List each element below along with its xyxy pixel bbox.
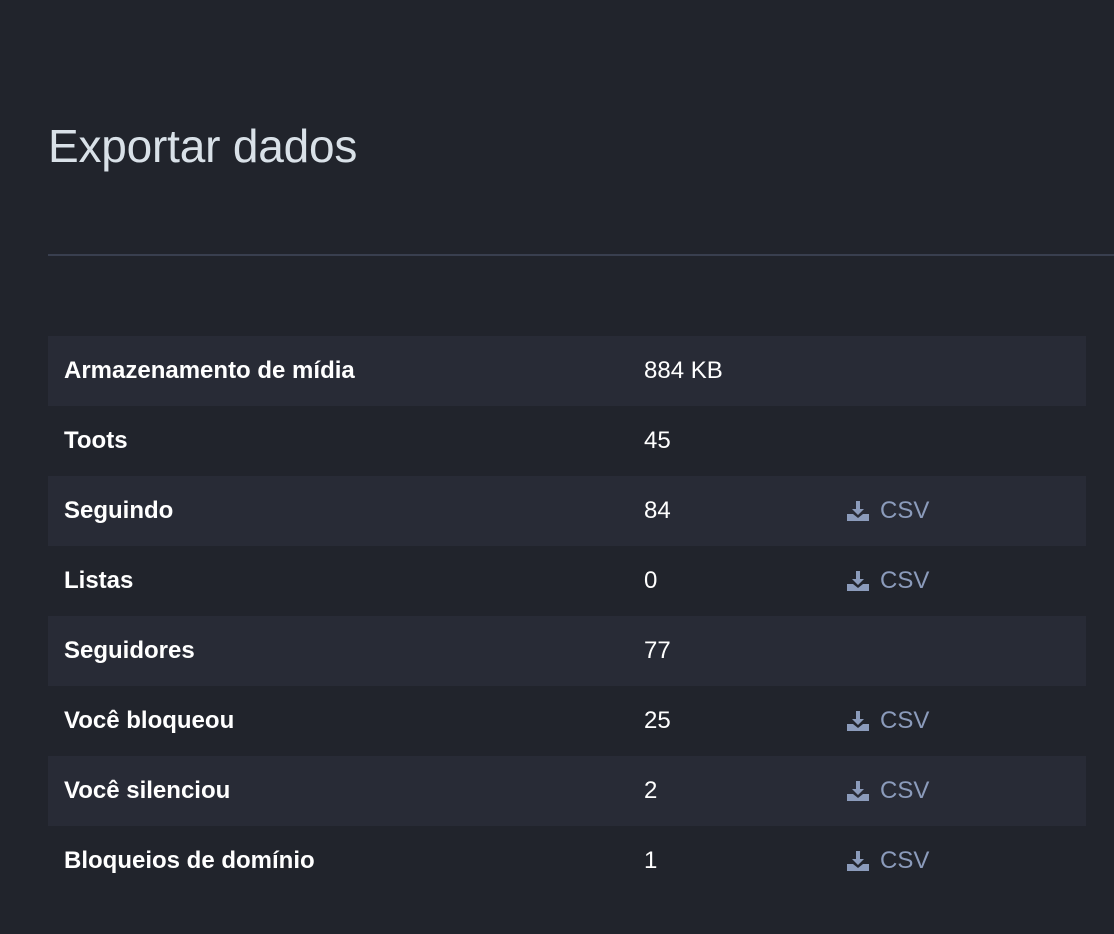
row-value: 884 KB bbox=[644, 357, 723, 384]
export-table: Armazenamento de mídia 884 KB Toots 45 S… bbox=[48, 336, 1086, 896]
download-icon bbox=[846, 569, 870, 593]
row-value: 84 bbox=[644, 497, 671, 524]
csv-link-label: CSV bbox=[880, 847, 930, 874]
csv-link-label: CSV bbox=[880, 497, 930, 524]
row-value: 77 bbox=[644, 637, 671, 664]
table-row-following: Seguindo 84 CSV bbox=[48, 476, 1086, 546]
row-action-cell: CSV bbox=[846, 707, 929, 735]
row-action-cell: CSV bbox=[846, 497, 929, 525]
download-icon bbox=[846, 849, 870, 873]
csv-download-link-muted[interactable]: CSV bbox=[846, 777, 929, 805]
row-value: 25 bbox=[644, 707, 671, 734]
row-value: 45 bbox=[644, 427, 671, 454]
csv-link-label: CSV bbox=[880, 777, 930, 804]
csv-download-link-blocked[interactable]: CSV bbox=[846, 707, 929, 735]
table-row-blocked: Você bloqueou 25 CSV bbox=[48, 686, 1086, 756]
row-label: Você bloqueou bbox=[64, 707, 235, 734]
download-icon bbox=[846, 779, 870, 803]
csv-download-link-following[interactable]: CSV bbox=[846, 497, 929, 525]
export-data-page: Exportar dados Armazenamento de mídia 88… bbox=[0, 0, 1114, 934]
row-value: 1 bbox=[644, 847, 658, 874]
table-row-domain-blocks: Bloqueios de domínio 1 CSV bbox=[48, 826, 1086, 896]
row-label: Toots bbox=[64, 427, 128, 454]
row-value: 0 bbox=[644, 567, 658, 594]
row-action-cell: CSV bbox=[846, 777, 929, 805]
row-label: Seguidores bbox=[64, 637, 195, 664]
row-label: Listas bbox=[64, 567, 134, 594]
download-icon bbox=[846, 499, 870, 523]
csv-download-link-lists[interactable]: CSV bbox=[846, 567, 929, 595]
row-label: Armazenamento de mídia bbox=[64, 357, 355, 384]
table-row-muted: Você silenciou 2 CSV bbox=[48, 756, 1086, 826]
page-title: Exportar dados bbox=[48, 120, 358, 172]
table-row-media-storage: Armazenamento de mídia 884 KB bbox=[48, 336, 1086, 406]
download-icon bbox=[846, 709, 870, 733]
row-action-cell: CSV bbox=[846, 567, 929, 595]
table-row-lists: Listas 0 CSV bbox=[48, 546, 1086, 616]
csv-link-label: CSV bbox=[880, 707, 930, 734]
header-divider bbox=[48, 254, 1114, 256]
row-label: Bloqueios de domínio bbox=[64, 847, 315, 874]
row-label: Você silenciou bbox=[64, 777, 231, 804]
table-row-followers: Seguidores 77 bbox=[48, 616, 1086, 686]
row-value: 2 bbox=[644, 777, 658, 804]
row-label: Seguindo bbox=[64, 497, 174, 524]
csv-link-label: CSV bbox=[880, 567, 930, 594]
table-row-toots: Toots 45 bbox=[48, 406, 1086, 476]
csv-download-link-domain-blocks[interactable]: CSV bbox=[846, 847, 929, 875]
row-action-cell: CSV bbox=[846, 847, 929, 875]
